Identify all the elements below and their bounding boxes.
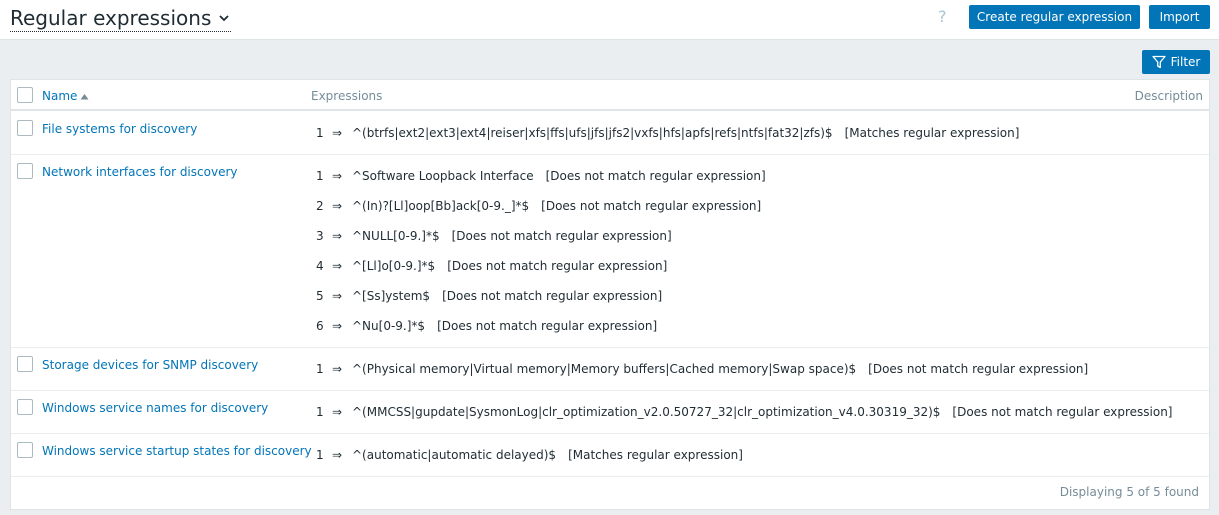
- expression-number: 2: [316, 199, 324, 213]
- expression-value: ^Nu[0-9.]*$: [352, 319, 426, 333]
- expression-line: 4 ⇒ ^[Ll]o[0-9.]*$ [Does not match regul…: [316, 259, 667, 273]
- arrow-icon: ⇒: [332, 319, 343, 333]
- column-name-sort[interactable]: Name: [42, 89, 89, 103]
- expression-line: 1 ⇒ ^Software Loopback Interface [Does n…: [316, 169, 766, 183]
- create-regular-expression-button[interactable]: Create regular expression: [969, 5, 1140, 29]
- expression-number: 1: [316, 448, 324, 462]
- expression-type: [Does not match regular expression]: [442, 289, 663, 303]
- expression-type: [Does not match regular expression]: [541, 199, 762, 213]
- select-all-checkbox[interactable]: [17, 87, 33, 103]
- expression-number: 1: [316, 169, 324, 183]
- arrow-icon: ⇒: [332, 126, 343, 140]
- expression-type: [Matches regular expression]: [844, 126, 1020, 140]
- expression-value: ^(automatic|automatic delayed)$: [352, 448, 557, 462]
- expression-value: ^(In)?[Ll]oop[Bb]ack[0-9._]*$: [352, 199, 530, 213]
- expression-number: 6: [316, 319, 324, 333]
- regex-name-link[interactable]: Network interfaces for discovery: [42, 165, 237, 179]
- expression-type: [Does not match regular expression]: [447, 259, 668, 273]
- table-row: Windows service startup states for disco…: [11, 434, 1209, 477]
- expression-number: 5: [316, 289, 324, 303]
- regex-name-link[interactable]: Storage devices for SNMP discovery: [42, 358, 258, 372]
- page-title-dropdown[interactable]: Regular expressions: [10, 5, 232, 32]
- arrow-icon: ⇒: [332, 289, 343, 303]
- page-header: Regular expressions ? Create regular exp…: [0, 0, 1219, 40]
- arrow-icon: ⇒: [332, 405, 343, 419]
- expression-value: ^[Ll]o[0-9.]*$: [352, 259, 436, 273]
- expression-line: 1 ⇒ ^(automatic|automatic delayed)$ [Mat…: [316, 448, 743, 462]
- regex-name-link[interactable]: Windows service names for discovery: [42, 401, 268, 415]
- column-description: Description: [1134, 89, 1203, 103]
- arrow-icon: ⇒: [332, 199, 343, 213]
- pagination-status: Displaying 5 of 5 found: [1059, 485, 1199, 499]
- expression-type: [Matches regular expression]: [568, 448, 743, 462]
- sort-asc-icon: [80, 93, 89, 99]
- expression-value: ^NULL[0-9.]*$: [352, 229, 440, 243]
- arrow-icon: ⇒: [332, 448, 343, 462]
- arrow-icon: ⇒: [332, 169, 343, 183]
- filter-icon: [1151, 55, 1166, 69]
- expression-line: 5 ⇒ ^[Ss]ystem$ [Does not match regular …: [316, 289, 662, 303]
- expression-type: [Does not match regular expression]: [437, 319, 658, 333]
- regex-table: Name Expressions Description File system…: [10, 79, 1210, 510]
- expression-value: ^(btrfs|ext2|ext3|ext4|reiser|xfs|ffs|uf…: [352, 126, 833, 140]
- expression-value: ^(Physical memory|Virtual memory|Memory …: [352, 362, 857, 376]
- filter-label: Filter: [1170, 55, 1201, 69]
- row-checkbox[interactable]: [17, 399, 33, 415]
- expression-value: ^Software Loopback Interface: [352, 169, 534, 183]
- expression-type: [Does not match regular expression]: [868, 362, 1089, 376]
- expression-line: 2 ⇒ ^(In)?[Ll]oop[Bb]ack[0-9._]*$ [Does …: [316, 199, 761, 213]
- chevron-down-icon: [219, 15, 230, 22]
- row-checkbox[interactable]: [17, 442, 33, 458]
- help-icon[interactable]: ?: [938, 7, 947, 26]
- column-expressions: Expressions: [311, 89, 383, 103]
- expression-number: 1: [316, 405, 324, 419]
- expression-value: ^(MMCSS|gupdate|SysmonLog|clr_optimizati…: [352, 405, 941, 419]
- table-row: File systems for discovery 1 ⇒ ^(btrfs|e…: [11, 112, 1209, 155]
- expression-line: 1 ⇒ ^(btrfs|ext2|ext3|ext4|reiser|xfs|ff…: [316, 126, 1019, 140]
- expression-type: [Does not match regular expression]: [952, 405, 1173, 419]
- expression-number: 1: [316, 362, 324, 376]
- expression-number: 4: [316, 259, 324, 273]
- expression-type: [Does not match regular expression]: [545, 169, 766, 183]
- arrow-icon: ⇒: [332, 362, 343, 376]
- expression-number: 1: [316, 126, 324, 140]
- import-button[interactable]: Import: [1149, 5, 1210, 29]
- regex-name-link[interactable]: Windows service startup states for disco…: [42, 444, 312, 458]
- table-header: Name Expressions Description: [11, 80, 1209, 111]
- filter-button[interactable]: Filter: [1142, 50, 1210, 74]
- expression-line: 1 ⇒ ^(Physical memory|Virtual memory|Mem…: [316, 362, 1088, 376]
- table-row: Storage devices for SNMP discovery 1 ⇒ ^…: [11, 348, 1209, 391]
- expression-line: 6 ⇒ ^Nu[0-9.]*$ [Does not match regular …: [316, 319, 657, 333]
- table-row: Windows service names for discovery 1 ⇒ …: [11, 391, 1209, 434]
- row-checkbox[interactable]: [17, 163, 33, 179]
- expression-number: 3: [316, 229, 324, 243]
- row-checkbox[interactable]: [17, 356, 33, 372]
- expression-line: 1 ⇒ ^(MMCSS|gupdate|SysmonLog|clr_optimi…: [316, 405, 1173, 419]
- expression-type: [Does not match regular expression]: [451, 229, 672, 243]
- page-title: Regular expressions: [10, 6, 212, 30]
- column-name-label: Name: [42, 89, 78, 103]
- table-row: Network interfaces for discovery 1 ⇒ ^So…: [11, 155, 1209, 348]
- arrow-icon: ⇒: [332, 229, 343, 243]
- regex-name-link[interactable]: File systems for discovery: [42, 122, 197, 136]
- arrow-icon: ⇒: [332, 259, 343, 273]
- expression-value: ^[Ss]ystem$: [352, 289, 431, 303]
- row-checkbox[interactable]: [17, 120, 33, 136]
- expression-line: 3 ⇒ ^NULL[0-9.]*$ [Does not match regula…: [316, 229, 672, 243]
